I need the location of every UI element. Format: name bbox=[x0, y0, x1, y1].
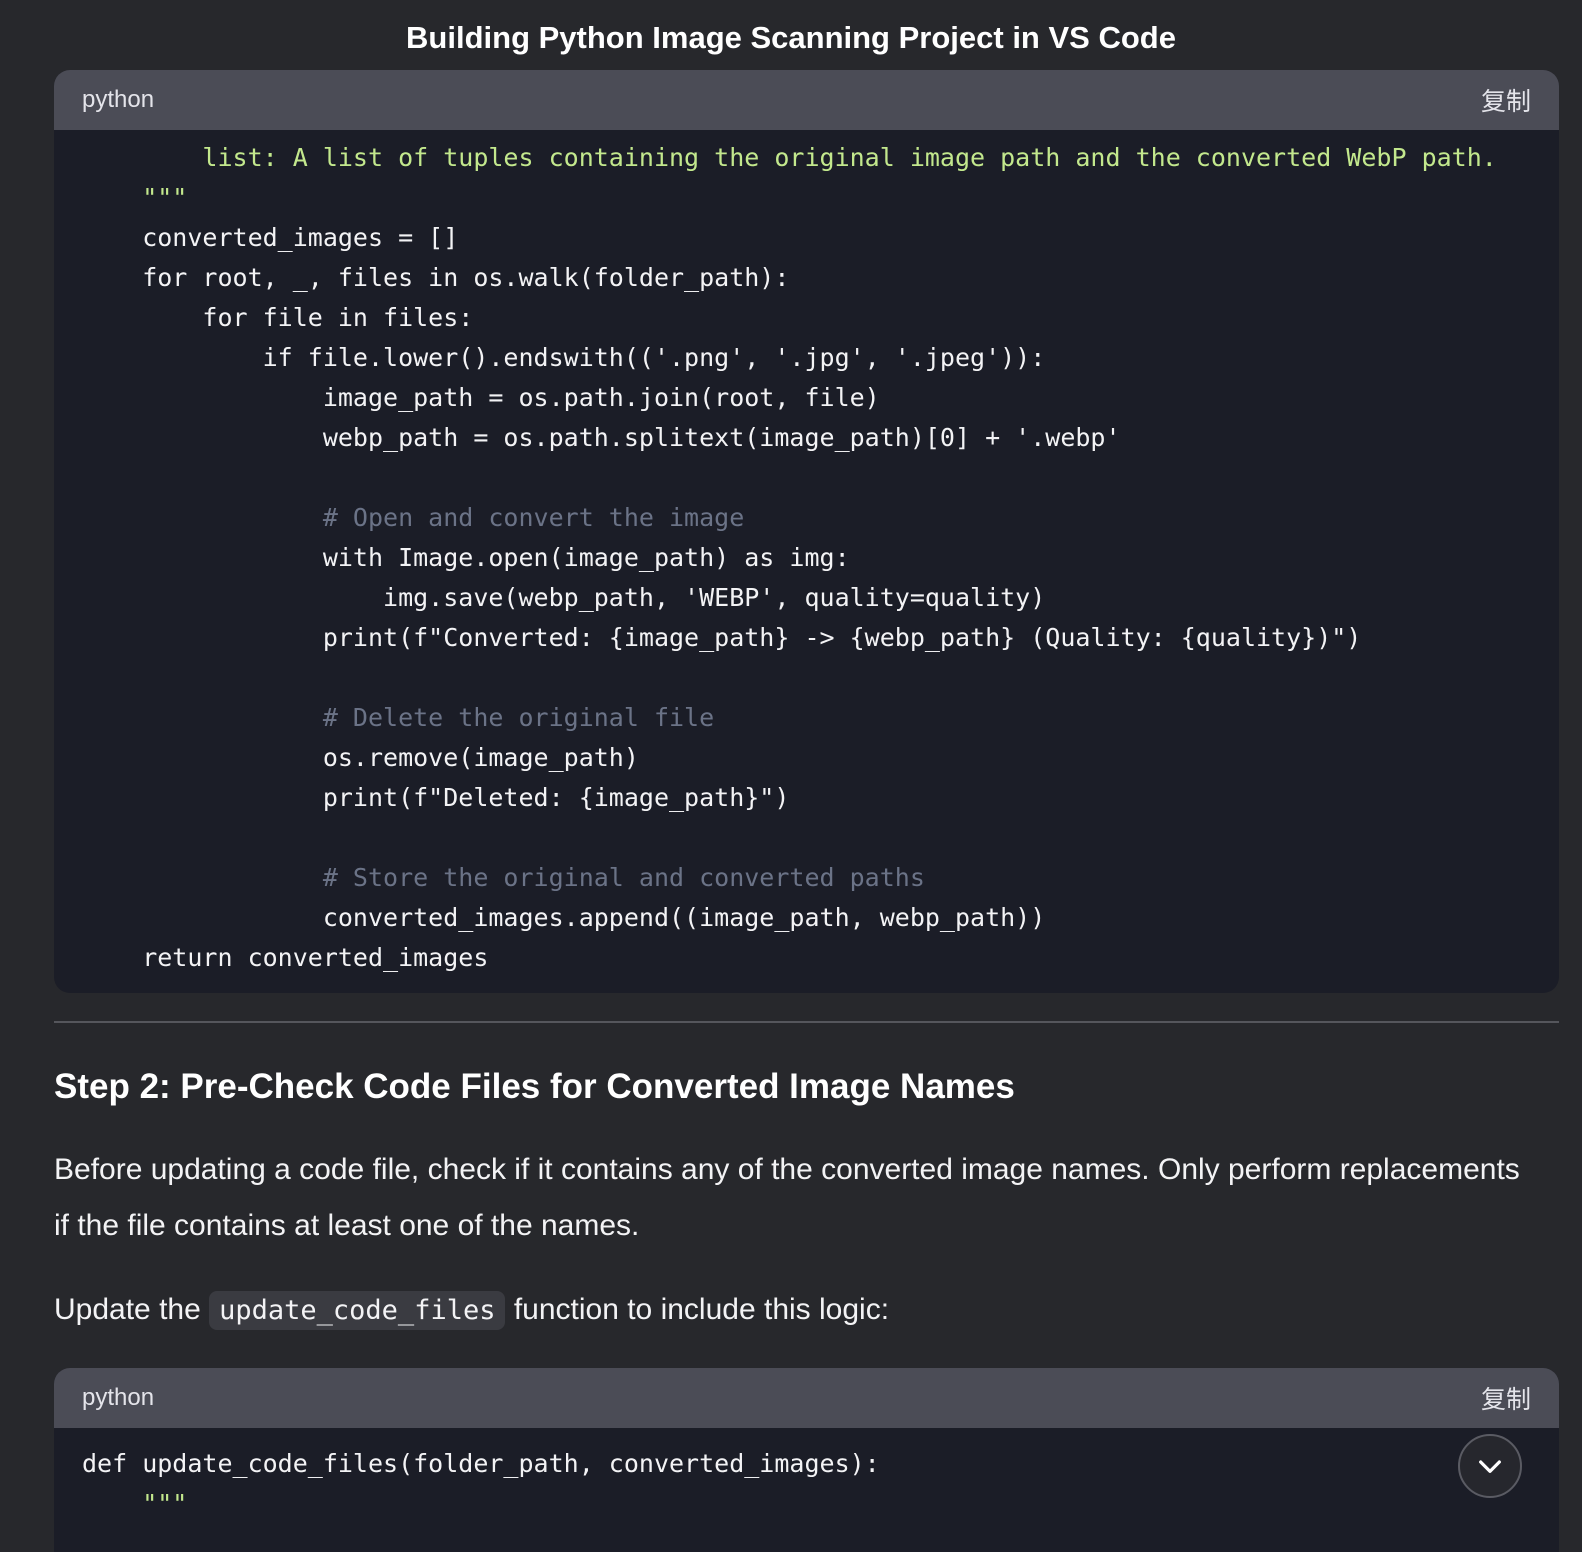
code-line: if file.lower().endswith(('.png', '.jpg'… bbox=[82, 343, 1046, 372]
code-line: for root, _, files in os.walk(folder_pat… bbox=[82, 263, 790, 292]
page-title: Building Python Image Scanning Project i… bbox=[406, 20, 1176, 55]
code-line: print(f"Deleted: {image_path}") bbox=[82, 783, 790, 812]
update-suffix: function to include this logic: bbox=[513, 1293, 890, 1326]
code-line: img.save(webp_path, 'WEBP', quality=qual… bbox=[82, 583, 1046, 612]
code-line: """ bbox=[82, 183, 188, 212]
code-content: def update_code_files(folder_path, conve… bbox=[54, 1428, 1559, 1524]
code-block-header: python 复制 bbox=[54, 1368, 1559, 1428]
code-block-1: python 复制 list: A list of tuples contain… bbox=[54, 70, 1559, 993]
scroll-down-button[interactable] bbox=[1458, 1434, 1522, 1498]
copy-button[interactable]: 复制 bbox=[1481, 82, 1531, 118]
code-line: os.remove(image_path) bbox=[82, 743, 639, 772]
code-line: webp_path = os.path.splitext(image_path)… bbox=[82, 423, 1121, 452]
update-instruction: Update the update_code_files function to… bbox=[54, 1282, 1534, 1339]
copy-button[interactable]: 复制 bbox=[1481, 1380, 1531, 1416]
update-prefix: Update the bbox=[54, 1293, 201, 1326]
code-language-label: python bbox=[82, 86, 155, 113]
code-line: # Store the original and converted paths bbox=[82, 863, 925, 892]
inline-code-function-name: update_code_files bbox=[209, 1291, 506, 1330]
code-line: image_path = os.path.join(root, file) bbox=[82, 383, 880, 412]
code-line: return converted_images bbox=[82, 943, 489, 972]
code-block-header: python 复制 bbox=[54, 70, 1559, 130]
code-line: converted_images.append((image_path, web… bbox=[82, 903, 1046, 932]
code-line: print(f"Converted: {image_path} -> {webp… bbox=[82, 623, 1362, 652]
step2-heading: Step 2: Pre-Check Code Files for Convert… bbox=[54, 1067, 1015, 1106]
code-line: converted_images = [] bbox=[82, 223, 459, 252]
code-line: """ bbox=[82, 1489, 188, 1518]
code-line: # Open and convert the image bbox=[82, 503, 745, 532]
step2-paragraph: Before updating a code file, check if it… bbox=[54, 1153, 1520, 1242]
code-line: list: A list of tuples containing the or… bbox=[82, 143, 1497, 172]
code-line: # Delete the original file bbox=[82, 703, 715, 732]
code-block-2: python 复制 def update_code_files(folder_p… bbox=[54, 1368, 1559, 1552]
code-content: list: A list of tuples containing the or… bbox=[54, 130, 1559, 978]
section-divider bbox=[54, 1021, 1559, 1023]
code-line: with Image.open(image_path) as img: bbox=[82, 543, 850, 572]
code-line: for file in files: bbox=[82, 303, 474, 332]
code-language-label: python bbox=[82, 1384, 155, 1411]
chevron-down-icon bbox=[1479, 1460, 1501, 1473]
code-line: def update_code_files(folder_path, conve… bbox=[82, 1449, 880, 1478]
